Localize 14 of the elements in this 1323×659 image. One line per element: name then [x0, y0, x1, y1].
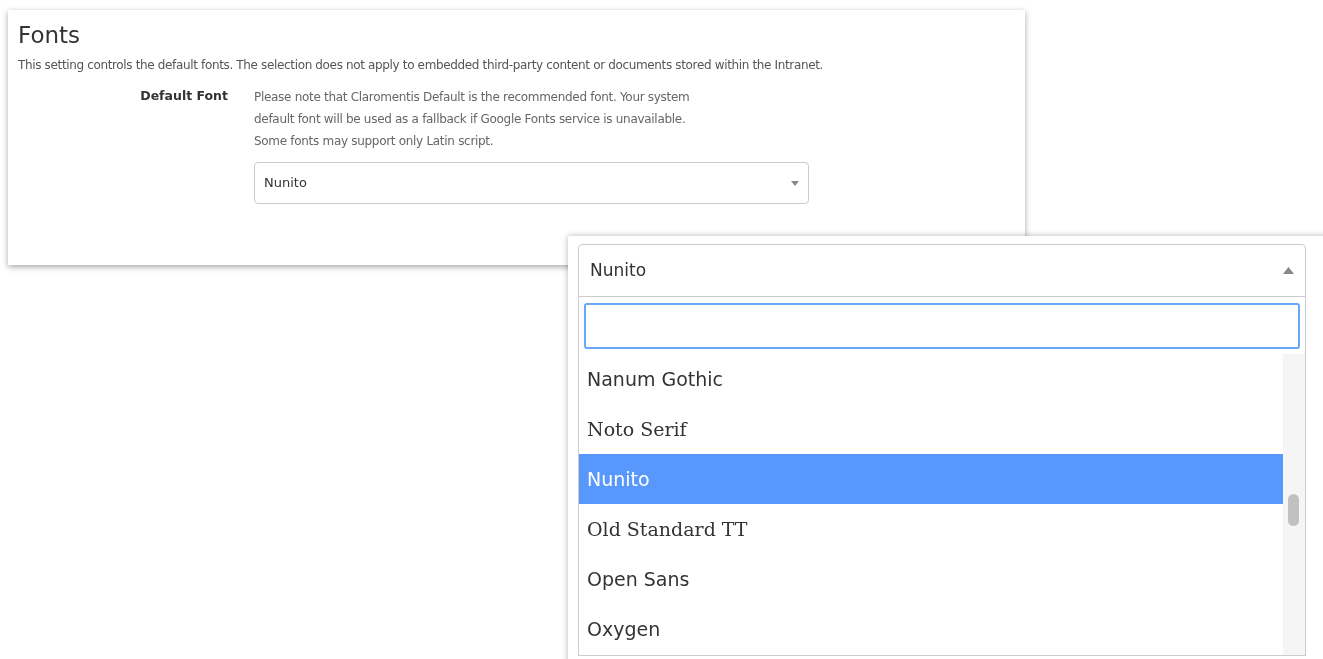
- search-field[interactable]: [584, 303, 1300, 349]
- section-description: This setting controls the default fonts. The selection does not apply to embedded third-party content or documents stored within the Intranet.: [18, 57, 824, 74]
- section-title: Fonts: [18, 21, 81, 50]
- field-label: Default Font: [140, 87, 228, 105]
- font-option[interactable]: Noto Serif: [579, 404, 1283, 454]
- font-select[interactable]: Nunito: [254, 162, 809, 204]
- field-help-text: Please note that Claromentis Default is the recommended font. Your system default font will be used as a fallback if Google Fonts service is unavailable. Some fonts may support only Latin script.: [254, 89, 690, 150]
- font-option[interactable]: Nanum Gothic: [579, 354, 1283, 404]
- font-option[interactable]: Old Standard TT: [579, 504, 1283, 554]
- caret-icon: [1283, 267, 1294, 274]
- font-option[interactable]: Oxygen: [579, 604, 1283, 654]
- font-select[interactable]: Nunito: [578, 244, 1306, 297]
- caret-icon: [791, 180, 799, 186]
- font-option[interactable]: Open Sans: [579, 554, 1283, 604]
